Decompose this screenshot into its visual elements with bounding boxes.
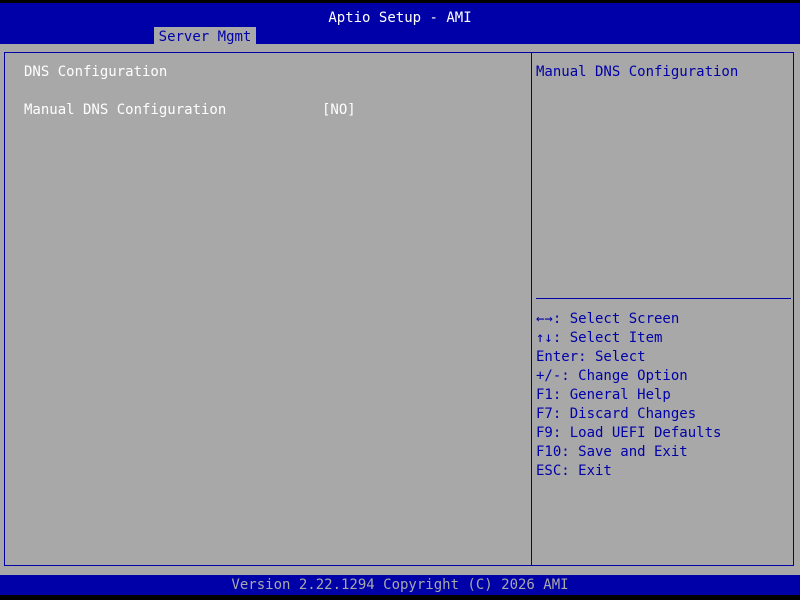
help-keys-divider — [536, 298, 791, 299]
key-help-item: +/-: Change Option — [536, 368, 688, 384]
setting-label: Manual DNS Configuration — [24, 102, 227, 118]
key-help-list: ←→: Select Screen ↑↓: Select Item Enter:… — [536, 310, 786, 481]
key-help-item: F1: General Help — [536, 387, 671, 403]
window-title: Aptio Setup - AMI — [328, 10, 472, 26]
setting-value[interactable]: [NO] — [322, 101, 356, 120]
header-bar: Aptio Setup - AMI Server Mgmt — [0, 3, 800, 47]
key-help-item: ↑↓: Select Item — [536, 330, 663, 346]
key-help-item: Enter: Select — [536, 349, 646, 365]
version-text: Version 2.22.1294 Copyright (C) 2026 AMI — [231, 577, 569, 593]
key-help-item: ESC: Exit — [536, 463, 612, 479]
main-panel: DNS Configuration Manual DNS Configurati… — [0, 44, 800, 575]
key-help-item: F9: Load UEFI Defaults — [536, 425, 722, 441]
key-help-item: F7: Discard Changes — [536, 406, 697, 422]
footer-bar: Version 2.22.1294 Copyright (C) 2026 AMI — [0, 575, 800, 595]
key-help-item: F10: Save and Exit — [536, 444, 688, 460]
setting-manual-dns-configuration[interactable]: Manual DNS Configuration [NO] — [24, 101, 424, 120]
key-help-item: ←→: Select Screen — [536, 311, 680, 327]
help-pane-divider — [531, 52, 532, 566]
help-description: Manual DNS Configuration — [536, 64, 739, 80]
panel-border — [4, 52, 794, 566]
section-heading: DNS Configuration — [24, 64, 168, 80]
